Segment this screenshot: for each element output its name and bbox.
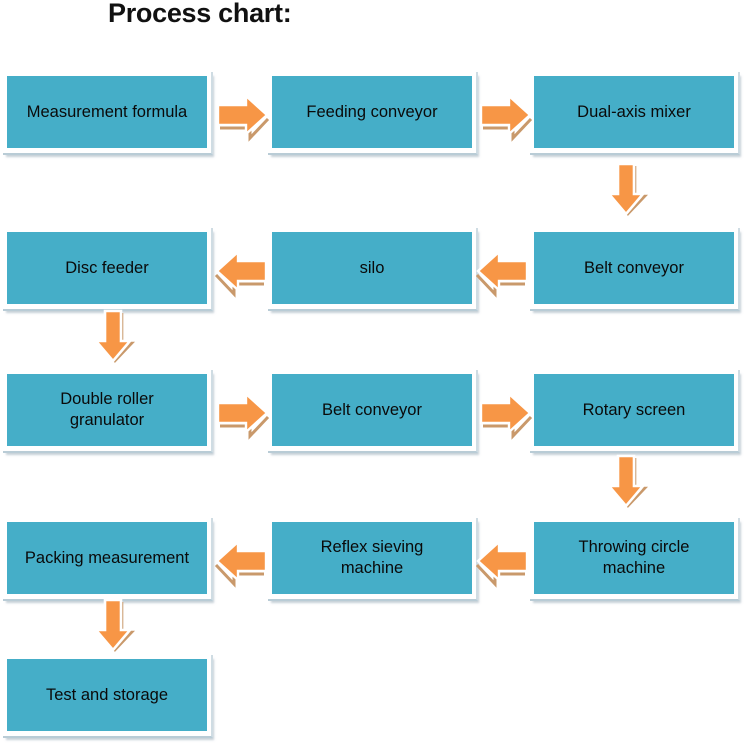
node-fill: Throwing circle machine (534, 522, 734, 594)
process-node-measurement-formula[interactable]: Measurement formula (3, 72, 213, 155)
node-label: Reflex sieving machine (320, 538, 424, 577)
node-fill: Belt conveyor (272, 374, 472, 446)
node-label: Belt conveyor (584, 258, 684, 277)
arrow-left-icon-throwing-to-reflex (473, 538, 535, 592)
process-node-feeding-conveyor[interactable]: Feeding conveyor (268, 72, 478, 155)
node-label: Disc feeder (65, 258, 149, 277)
arrow-right-icon-belt-to-rotary (473, 390, 535, 444)
node-fill: Belt conveyor (534, 232, 734, 304)
process-node-rotary-screen[interactable]: Rotary screen (530, 370, 740, 453)
process-node-belt-conveyor-2[interactable]: Belt conveyor (268, 370, 478, 453)
node-label: Double roller granulator (60, 390, 154, 429)
arrow-down-icon-packing-to-test (90, 594, 144, 656)
node-fill: Packing measurement (7, 522, 207, 594)
process-node-throwing-circle-machine[interactable]: Throwing circle machine (530, 518, 740, 601)
node-fill: Feeding conveyor (272, 76, 472, 148)
node-label: Measurement formula (26, 102, 188, 121)
node-fill: Rotary screen (534, 374, 734, 446)
process-node-double-roller-granulator[interactable]: Double roller granulator (3, 370, 213, 453)
node-label: Rotary screen (582, 400, 686, 419)
arrow-down-icon-disc-to-granulator (90, 305, 144, 367)
process-node-dual-axis-mixer[interactable]: Dual-axis mixer (530, 72, 740, 155)
process-node-test-and-storage[interactable]: Test and storage (3, 655, 213, 738)
arrow-right-icon-granulator-to-belt (210, 390, 272, 444)
arrow-left-icon-reflex-to-packing (212, 538, 274, 592)
node-fill: Test and storage (7, 659, 207, 731)
arrow-left-icon-silo-to-disc (212, 248, 274, 302)
process-node-disc-feeder[interactable]: Disc feeder (3, 228, 213, 311)
node-fill: Measurement formula (7, 76, 207, 148)
node-label: silo (359, 258, 385, 277)
arrow-right-icon-feeding-to-mixer (473, 92, 535, 146)
arrow-right-icon-measurement-to-feeding (210, 92, 272, 146)
arrow-down-icon-rotary-to-throwing (603, 450, 657, 512)
arrow-left-icon-belt-to-silo (473, 248, 535, 302)
node-fill: Reflex sieving machine (272, 522, 472, 594)
page-title: Process chart: (108, 0, 292, 28)
node-fill: Dual-axis mixer (534, 76, 734, 148)
node-fill: Disc feeder (7, 232, 207, 304)
node-label: Test and storage (46, 685, 168, 704)
node-label: Belt conveyor (322, 400, 422, 419)
node-label: Feeding conveyor (306, 102, 438, 121)
node-label: Dual-axis mixer (577, 102, 691, 121)
arrow-down-icon-mixer-to-belt (603, 158, 657, 220)
process-node-silo[interactable]: silo (268, 228, 478, 311)
process-node-reflex-sieving-machine[interactable]: Reflex sieving machine (268, 518, 478, 601)
process-chart-canvas: Process chart: Measurement formula Feedi… (0, 0, 750, 750)
node-label: Packing measurement (24, 548, 190, 567)
node-fill: Double roller granulator (7, 374, 207, 446)
process-node-packing-measurement[interactable]: Packing measurement (3, 518, 213, 601)
node-label: Throwing circle machine (578, 538, 690, 577)
process-node-belt-conveyor-1[interactable]: Belt conveyor (530, 228, 740, 311)
node-fill: silo (272, 232, 472, 304)
